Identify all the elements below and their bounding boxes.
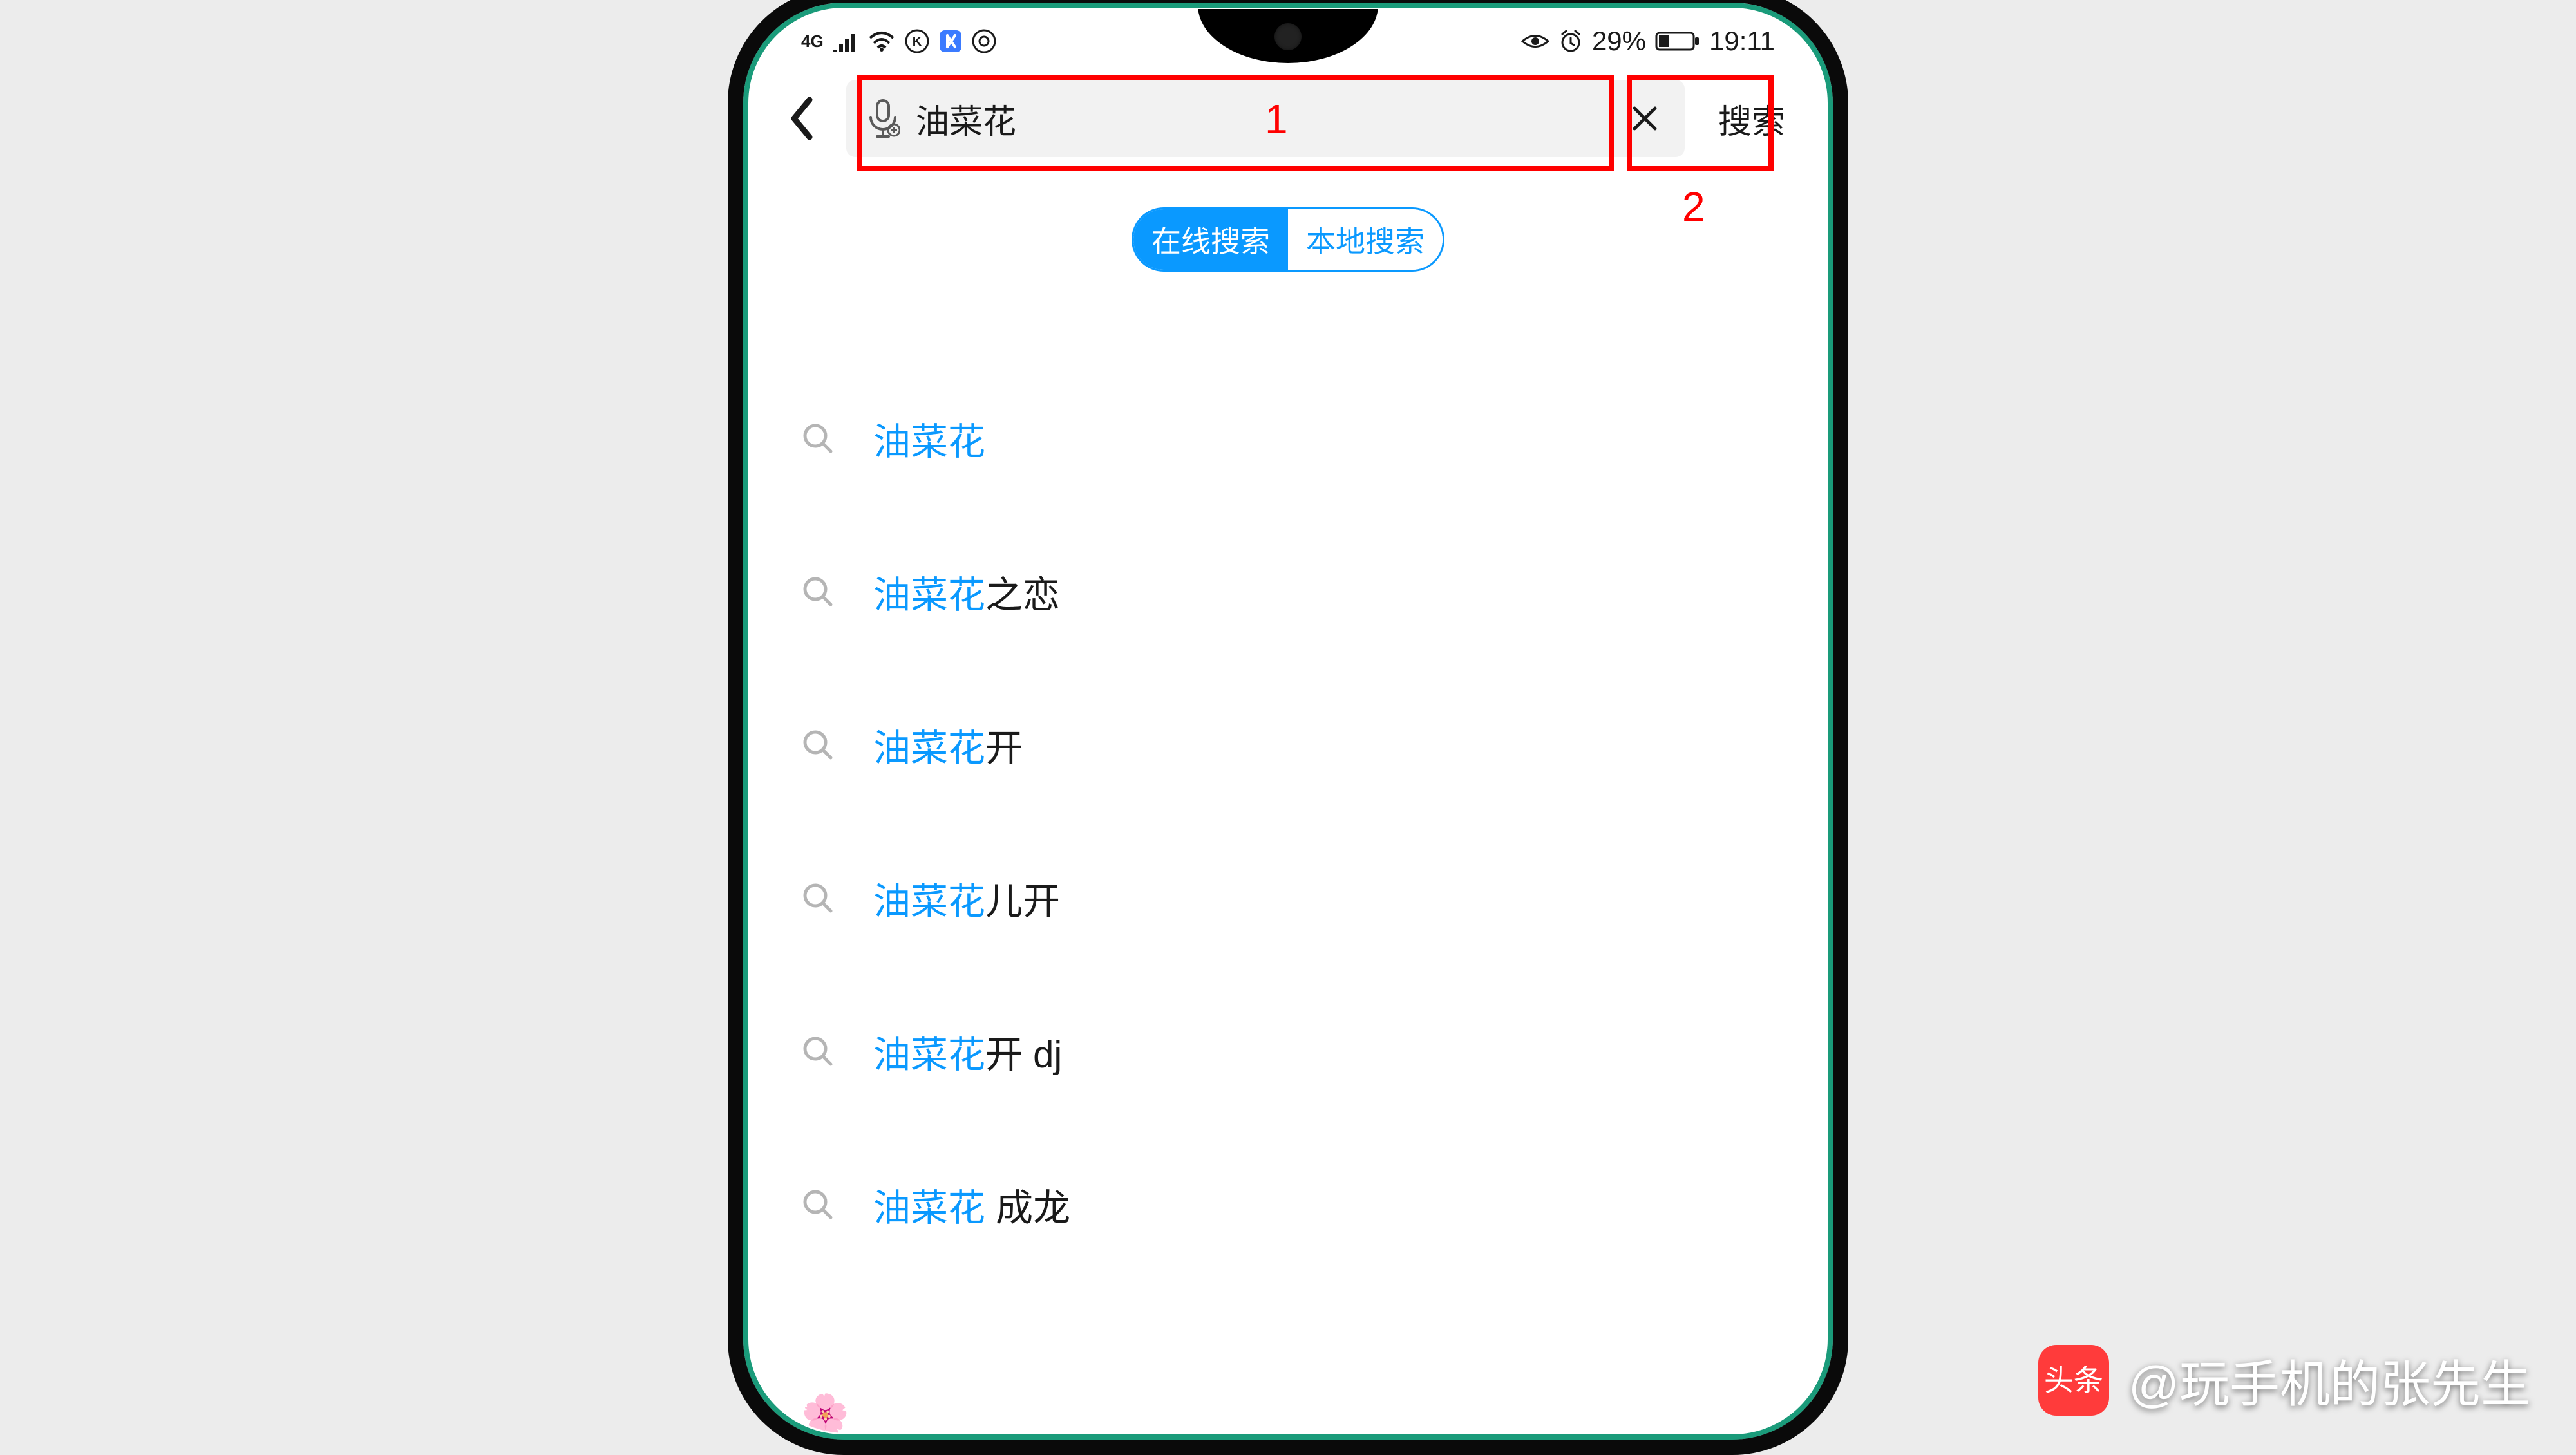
flower-icon: 🌸 (801, 1391, 849, 1433)
tab-local-search[interactable]: 本地搜索 (1288, 209, 1443, 270)
phone-frame: 4G K (728, 0, 1848, 1455)
network-4g-label: 4G (801, 32, 824, 52)
search-icon (801, 1035, 835, 1068)
wifi-icon (867, 30, 896, 52)
side-button (1843, 1084, 1848, 1239)
suggestion-item[interactable]: 油菜花儿开 (801, 821, 1775, 975)
suggestion-item[interactable]: 油菜花开 dj (801, 975, 1775, 1128)
suggestion-list: 油菜花 油菜花之恋 油菜花开 油菜花儿开 油菜花开 dj 油菜花 成龙 (750, 297, 1826, 1281)
side-button (1843, 891, 1848, 1046)
suggestion-text: 油菜花开 dj (873, 1024, 1062, 1078)
suggestion-item[interactable]: 油菜花之恋 (801, 515, 1775, 668)
suggestion-item[interactable]: 油菜花 成龙 (801, 1128, 1775, 1281)
close-icon (1631, 104, 1659, 133)
nav-row: 搜索 1 2 (750, 73, 1826, 167)
alarm-icon (1558, 29, 1583, 53)
search-icon (801, 881, 835, 915)
suggestion-text: 油菜花 (873, 411, 985, 465)
clear-button[interactable] (1624, 98, 1665, 139)
suggestion-text: 油菜花 成龙 (873, 1178, 1070, 1232)
suggestion-text: 油菜花之恋 (873, 565, 1060, 619)
search-input[interactable] (916, 99, 1609, 138)
suggestion-item[interactable]: 油菜花开 (801, 668, 1775, 821)
back-button[interactable] (773, 83, 831, 154)
watermark-badge: 头条 (2038, 1345, 2109, 1416)
suggestion-text: 油菜花开 (873, 718, 1023, 772)
signal-icon (833, 30, 858, 52)
battery-icon (1655, 30, 1700, 52)
svg-text:K: K (912, 35, 922, 49)
watermark: 头条 @玩手机的张先生 (2038, 1344, 2531, 1416)
side-button (1843, 698, 1848, 852)
clock-time: 19:11 (1709, 26, 1775, 57)
status-app-icon (938, 29, 963, 53)
suggestion-text: 油菜花儿开 (873, 871, 1060, 925)
status-k-icon: K (905, 29, 929, 53)
search-box[interactable] (846, 80, 1685, 157)
eye-icon (1521, 32, 1549, 51)
side-button (1843, 505, 1848, 601)
search-button[interactable]: 搜索 (1700, 80, 1803, 157)
tab-online-search[interactable]: 在线搜索 (1133, 209, 1288, 270)
search-mode-tabs: 在线搜索 本地搜索 (750, 167, 1826, 297)
voice-icon[interactable] (866, 98, 900, 139)
search-icon (801, 728, 835, 762)
search-icon (801, 1188, 835, 1221)
search-icon (801, 575, 835, 608)
watermark-handle: @玩手机的张先生 (2128, 1344, 2531, 1416)
status-sync-icon (972, 29, 996, 53)
suggestion-item[interactable]: 油菜花 (801, 362, 1775, 515)
chevron-left-icon (788, 96, 816, 141)
search-icon (801, 422, 835, 455)
battery-percent: 29% (1592, 26, 1646, 57)
